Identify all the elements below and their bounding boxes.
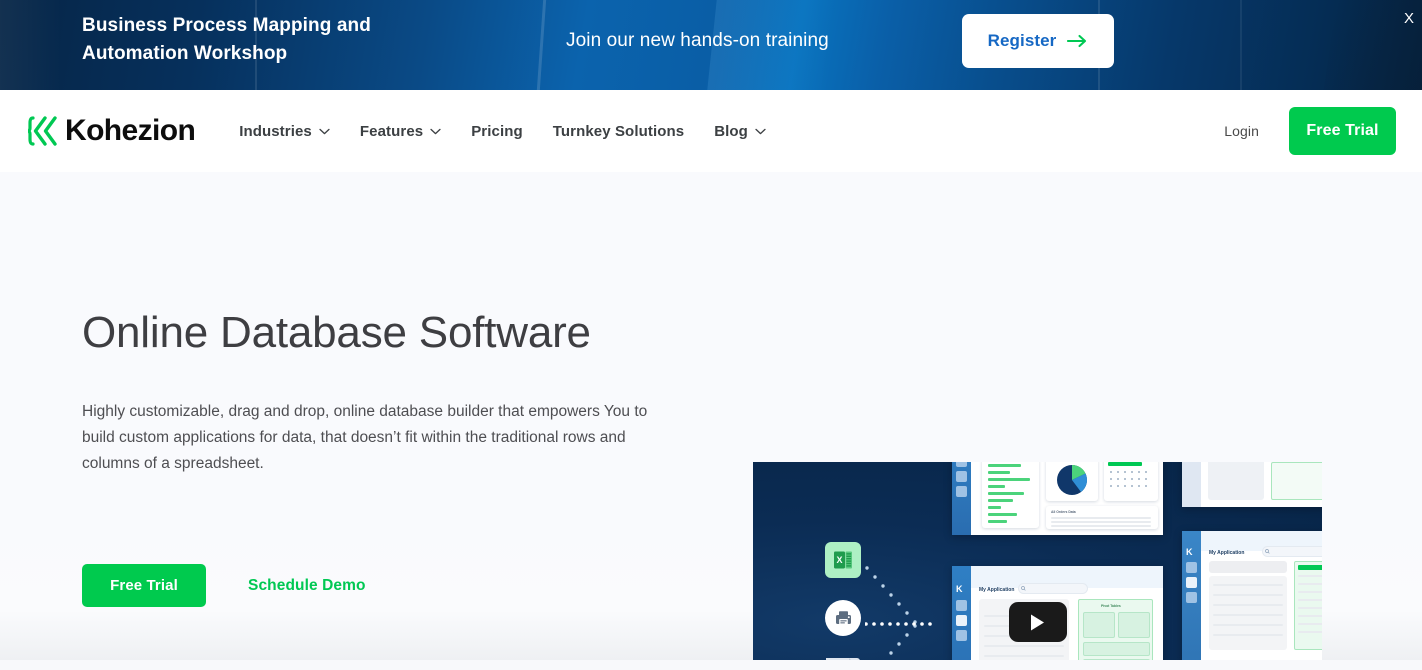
hero-copy: Online Database Software Highly customiz… bbox=[82, 308, 702, 476]
navbar-actions: Login Free Trial bbox=[1224, 107, 1422, 155]
arrow-right-icon bbox=[1067, 33, 1088, 49]
nav-item-pricing[interactable]: Pricing bbox=[471, 123, 523, 140]
excel-file-icon: X bbox=[825, 542, 861, 578]
hero-video-thumbnail[interactable]: X All Orders Data K My Application Pivot… bbox=[753, 462, 1322, 670]
mock-app-title-2: My Application bbox=[1209, 550, 1245, 556]
primary-navigation: Industries Features Pricing Turnkey Solu… bbox=[239, 123, 766, 140]
page-title: Online Database Software bbox=[82, 308, 591, 357]
promo-title-line-2: Automation Workshop bbox=[82, 42, 288, 64]
promo-title-line-1: Business Process Mapping and bbox=[82, 15, 371, 36]
hero-section: Online Database Software Highly customiz… bbox=[0, 172, 1422, 670]
nav-item-label: Pricing bbox=[471, 122, 523, 140]
hero-cta-group: Free Trial Schedule Demo bbox=[82, 564, 366, 607]
play-icon bbox=[1031, 614, 1044, 630]
main-navbar: Kohezion Industries Features Pricing Tur… bbox=[0, 90, 1422, 172]
promo-banner: Business Process Mapping and Automation … bbox=[0, 0, 1422, 90]
nav-item-blog[interactable]: Blog bbox=[714, 123, 766, 140]
hero-description: Highly customizable, drag and drop, onli… bbox=[82, 403, 648, 472]
nav-item-label: Features bbox=[359, 122, 424, 140]
mock-side-window-1 bbox=[1182, 462, 1322, 507]
nav-item-industries[interactable]: Industries bbox=[239, 123, 330, 140]
chevron-down-icon bbox=[430, 128, 441, 135]
schedule-demo-link[interactable]: Schedule Demo bbox=[248, 577, 366, 595]
play-button[interactable] bbox=[1008, 602, 1067, 642]
mock-app-title: My Application bbox=[979, 587, 1015, 593]
site-logo-text: Kohezion bbox=[65, 114, 196, 147]
mock-table-caption: All Orders Data bbox=[1051, 510, 1076, 514]
promo-banner-title: Business Process Mapping and Automation … bbox=[82, 12, 502, 67]
kohezion-logo-icon bbox=[28, 115, 58, 147]
close-banner-button[interactable]: X bbox=[1400, 8, 1418, 29]
mock-side-window-2: K My Application bbox=[1182, 531, 1322, 670]
register-button[interactable]: Register bbox=[962, 14, 1114, 68]
nav-item-turnkey-solutions[interactable]: Turnkey Solutions bbox=[553, 123, 684, 140]
register-button-label: Register bbox=[987, 31, 1057, 50]
promo-banner-subtitle: Join our new hands-on training bbox=[566, 30, 829, 51]
chevron-down-icon bbox=[755, 128, 766, 135]
mock-dashboard-window: All Orders Data bbox=[952, 462, 1163, 535]
nav-item-features[interactable]: Features bbox=[360, 123, 441, 140]
mock-pivot-title: Pivot Tables bbox=[1101, 604, 1121, 608]
nav-item-label: Blog bbox=[714, 122, 748, 140]
document-scan-icon bbox=[825, 600, 861, 636]
navbar-free-trial-button[interactable]: Free Trial bbox=[1289, 107, 1396, 155]
page-bottom-edge bbox=[0, 660, 1422, 670]
chevron-down-icon bbox=[319, 128, 330, 135]
dotted-arrow-icon bbox=[864, 560, 935, 670]
nav-item-label: Industries bbox=[239, 122, 312, 140]
site-logo[interactable]: Kohezion bbox=[28, 114, 196, 148]
nav-item-label: Turnkey Solutions bbox=[552, 122, 685, 140]
svg-text:X: X bbox=[836, 555, 842, 565]
login-link[interactable]: Login bbox=[1224, 123, 1259, 139]
hero-free-trial-button[interactable]: Free Trial bbox=[82, 564, 206, 607]
